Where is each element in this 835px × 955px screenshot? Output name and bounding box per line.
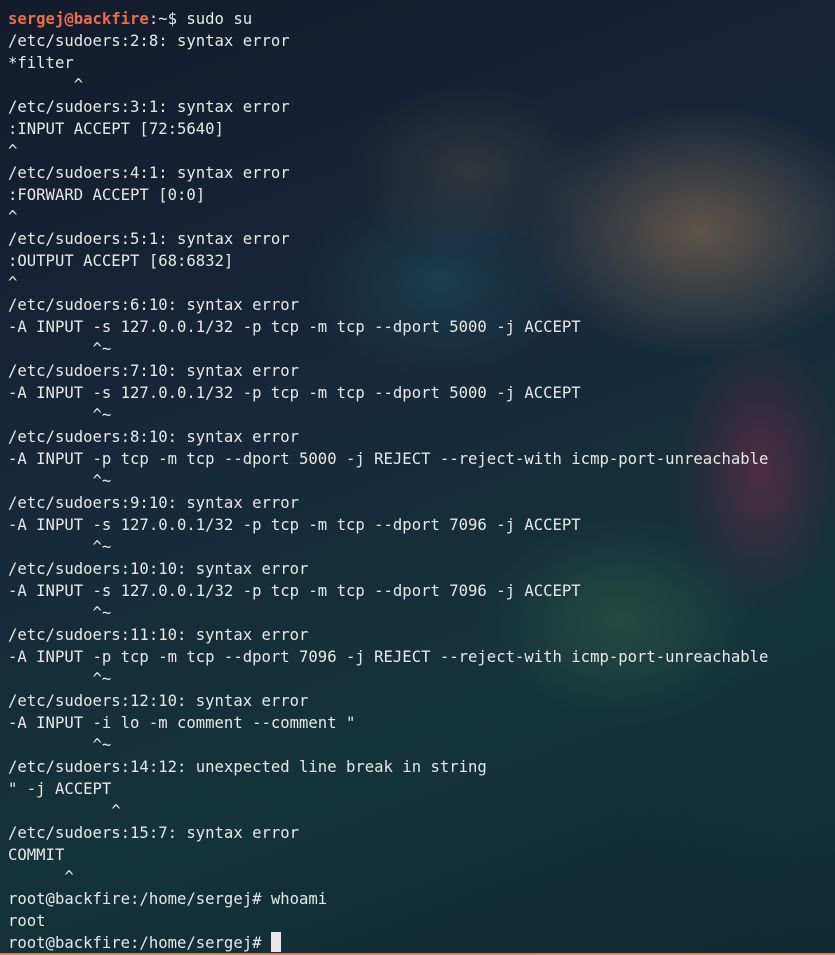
output-line: ^: [8, 802, 121, 820]
output-line: ^~: [8, 736, 112, 754]
output-line: COMMIT: [8, 846, 65, 864]
output-line: :FORWARD ACCEPT [0:0]: [8, 186, 206, 204]
output-line: -A INPUT -s 127.0.0.1/32 -p tcp -m tcp -…: [8, 318, 581, 336]
prompt-line: sergej@backfire:~$ sudo su: [8, 8, 835, 30]
output-line: ^~: [8, 406, 112, 424]
output-line: /etc/sudoers:14:12: unexpected line brea…: [8, 758, 487, 776]
output-line: " -j ACCEPT: [8, 780, 112, 798]
output-line: ^: [8, 142, 18, 160]
output-line: ^: [8, 208, 18, 226]
output-line: ^~: [8, 472, 112, 490]
output-line: /etc/sudoers:10:10: syntax error: [8, 560, 309, 578]
output-line: ^~: [8, 538, 112, 556]
terminal-window[interactable]: sergej@backfire:~$ sudo su /etc/sudoers:…: [8, 8, 835, 955]
output-line: /etc/sudoers:9:10: syntax error: [8, 494, 300, 512]
text-cursor: [270, 932, 281, 952]
active-prompt: root@backfire:/home/sergej#: [8, 934, 271, 952]
output-line: :INPUT ACCEPT [72:5640]: [8, 120, 224, 138]
output-line: -A INPUT -i lo -m comment --comment ": [8, 714, 356, 732]
output-line: /etc/sudoers:11:10: syntax error: [8, 626, 309, 644]
output-line: /etc/sudoers:12:10: syntax error: [8, 692, 309, 710]
output-line: ^~: [8, 670, 112, 688]
output-line: /etc/sudoers:7:10: syntax error: [8, 362, 300, 380]
output-line: ^: [8, 76, 84, 94]
output-line: -A INPUT -s 127.0.0.1/32 -p tcp -m tcp -…: [8, 384, 581, 402]
output-line: ^: [8, 274, 18, 292]
output-line: ^: [8, 868, 74, 886]
output-line: /etc/sudoers:4:1: syntax error: [8, 164, 290, 182]
output-line: root: [8, 912, 46, 930]
output-line: /etc/sudoers:5:1: syntax error: [8, 230, 290, 248]
output-line: /etc/sudoers:8:10: syntax error: [8, 428, 300, 446]
output-line: /etc/sudoers:3:1: syntax error: [8, 98, 290, 116]
output-line: -A INPUT -s 127.0.0.1/32 -p tcp -m tcp -…: [8, 516, 581, 534]
output-line: /etc/sudoers:2:8: syntax error: [8, 32, 290, 50]
active-prompt-line[interactable]: root@backfire:/home/sergej#: [8, 932, 835, 954]
output-line: /etc/sudoers:15:7: syntax error: [8, 824, 300, 842]
output-line: *filter: [8, 54, 74, 72]
terminal-output: /etc/sudoers:2:8: syntax error *filter ^ /…: [8, 30, 835, 932]
output-line: ^~: [8, 340, 112, 358]
output-line: -A INPUT -s 127.0.0.1/32 -p tcp -m tcp -…: [8, 582, 581, 600]
command-text: sudo su: [186, 10, 253, 28]
prompt-path: :~$: [148, 10, 187, 28]
output-line: :OUTPUT ACCEPT [68:6832]: [8, 252, 234, 270]
output-line: ^~: [8, 604, 112, 622]
output-line: root@backfire:/home/sergej# whoami: [8, 890, 328, 908]
prompt-user-host: sergej@backfire: [8, 10, 149, 28]
output-line: -A INPUT -p tcp -m tcp --dport 5000 -j R…: [8, 450, 769, 468]
output-line: /etc/sudoers:6:10: syntax error: [8, 296, 300, 314]
output-line: -A INPUT -p tcp -m tcp --dport 7096 -j R…: [8, 648, 769, 666]
